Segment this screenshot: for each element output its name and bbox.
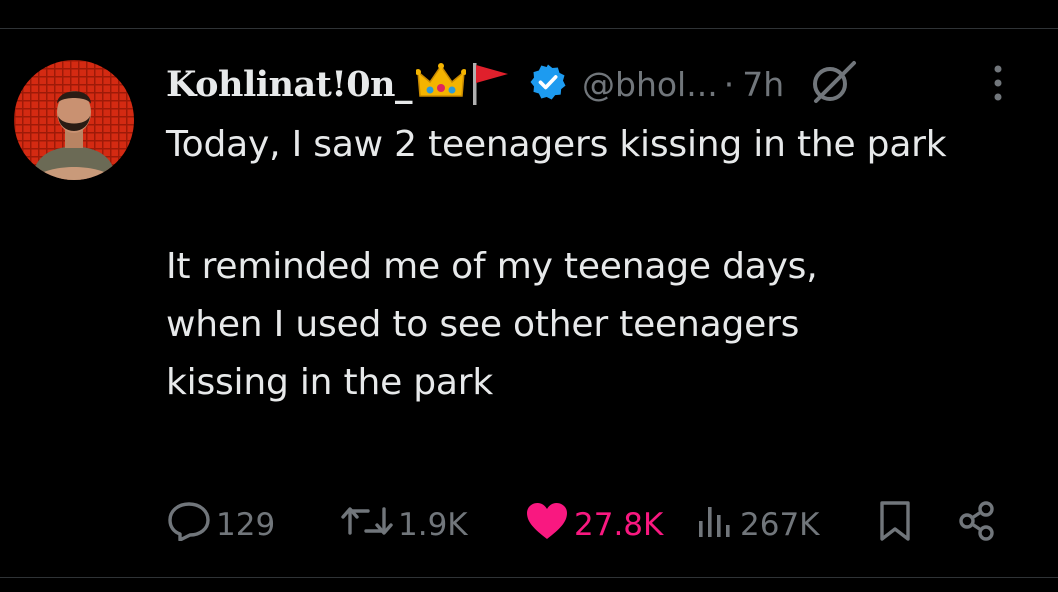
post-time[interactable]: 7h bbox=[742, 65, 784, 104]
author-handle[interactable]: @bhol... bbox=[582, 65, 718, 104]
bottom-divider bbox=[0, 577, 1058, 578]
comment-icon bbox=[166, 501, 212, 549]
red-flag-emoji-icon bbox=[470, 59, 510, 109]
post-text-paragraph-1: Today, I saw 2 teenagers kissing in the … bbox=[166, 124, 947, 165]
post-text: Today, I saw 2 teenagers kissing in the … bbox=[166, 116, 1026, 412]
views-button[interactable]: 267K bbox=[696, 497, 820, 553]
action-bar: 129 1.9K 27.8K 267K bbox=[0, 497, 1058, 553]
verified-badge-icon[interactable] bbox=[528, 62, 568, 106]
bookmark-button[interactable] bbox=[876, 497, 914, 553]
grok-icon[interactable] bbox=[806, 57, 860, 111]
views-count: 267K bbox=[740, 507, 820, 543]
share-icon bbox=[956, 499, 1000, 551]
crown-emoji-icon bbox=[415, 62, 467, 106]
like-count: 27.8K bbox=[574, 507, 664, 543]
heart-icon bbox=[524, 501, 570, 549]
more-dots-icon[interactable] bbox=[988, 63, 1008, 111]
top-divider bbox=[0, 28, 1058, 29]
reply-button[interactable]: 129 bbox=[166, 497, 275, 553]
reply-count: 129 bbox=[216, 507, 276, 543]
repost-icon bbox=[340, 503, 394, 547]
avatar[interactable] bbox=[14, 60, 134, 180]
repost-button[interactable]: 1.9K bbox=[340, 497, 468, 553]
post-header: Kohlinat!0n_ @bhol... · 7h bbox=[166, 58, 1046, 110]
author-display-name[interactable]: Kohlinat!0n_ bbox=[166, 64, 413, 105]
repost-count: 1.9K bbox=[398, 507, 468, 543]
like-button[interactable]: 27.8K bbox=[524, 497, 663, 553]
views-chart-icon bbox=[696, 501, 736, 549]
separator-dot: · bbox=[723, 64, 735, 104]
share-button[interactable] bbox=[956, 497, 1000, 553]
bookmark-icon bbox=[876, 499, 914, 551]
post-text-paragraph-2: It reminded me of my teenage days, when … bbox=[166, 246, 818, 403]
